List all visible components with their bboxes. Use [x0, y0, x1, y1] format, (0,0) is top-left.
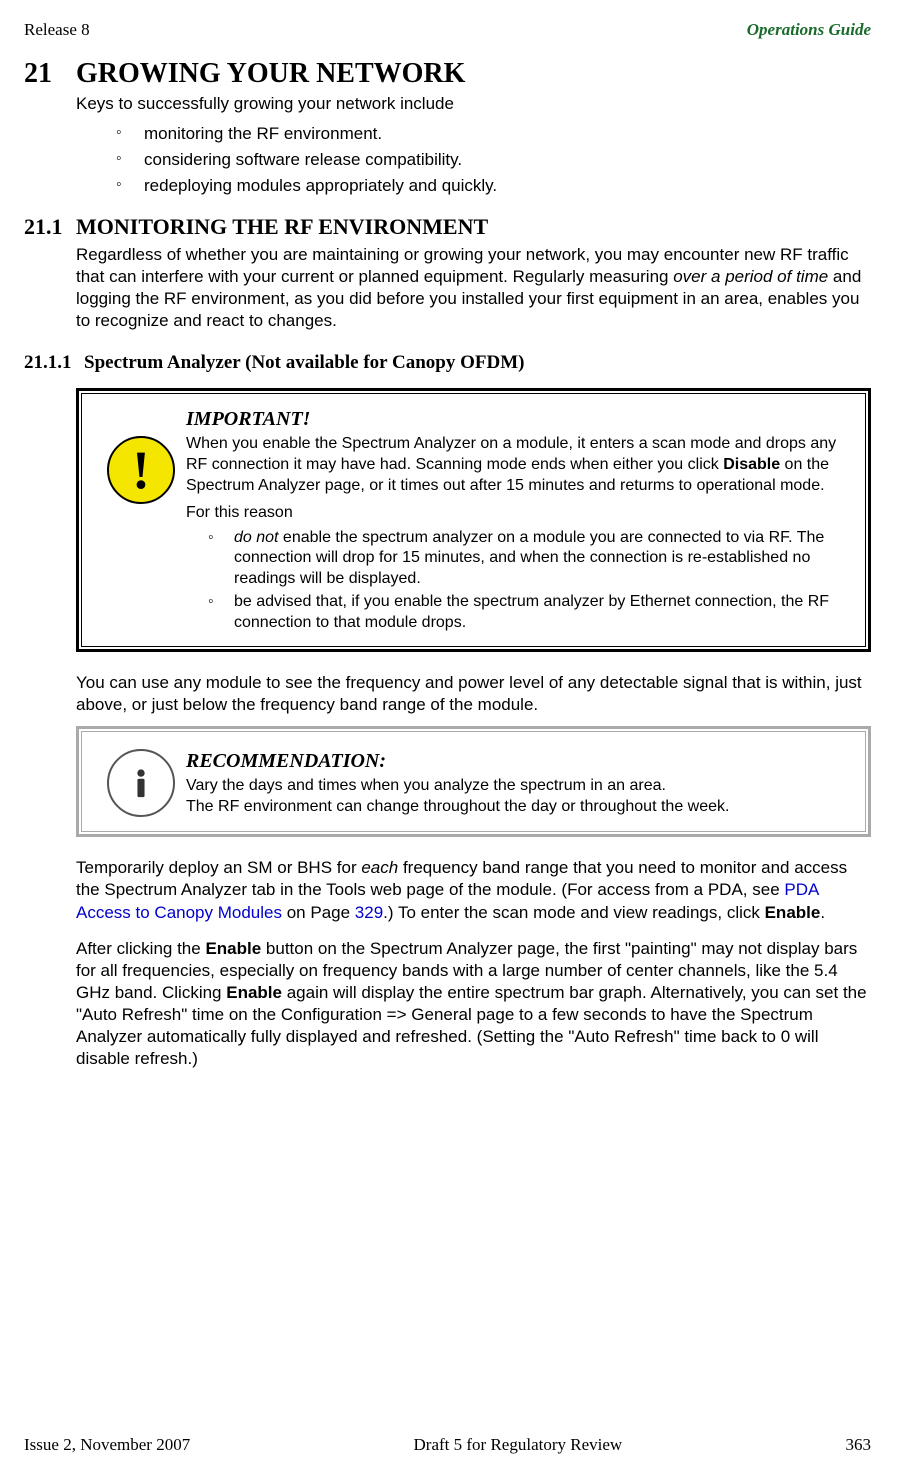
- callout-text: IMPORTANT! When you enable the Spectrum …: [186, 406, 851, 635]
- footer-page-number: 363: [846, 1435, 872, 1455]
- section-number: 21.1: [24, 214, 76, 240]
- callout-text: RECOMMENDATION: Vary the days and times …: [186, 748, 851, 818]
- chapter-heading: 21GROWING YOUR NETWORK: [24, 58, 871, 90]
- list-item: considering software release compatibili…: [116, 150, 871, 170]
- callout-paragraph: For this reason: [186, 503, 851, 524]
- callout-inner: RECOMMENDATION: Vary the days and times …: [81, 731, 866, 833]
- bold: Enable: [205, 939, 261, 958]
- callout-inner: ! IMPORTANT! When you enable the Spectru…: [81, 393, 866, 646]
- callout-title: IMPORTANT!: [186, 406, 851, 432]
- text: Temporarily deploy an SM or BHS for: [76, 858, 361, 877]
- text: After clicking the: [76, 939, 205, 958]
- bold: Enable: [226, 983, 282, 1002]
- emphasis: over a period of time: [673, 267, 828, 286]
- emphasis: each: [361, 858, 398, 877]
- subsection-heading: 21.1.1Spectrum Analyzer (Not available f…: [24, 352, 871, 374]
- body-paragraph: You can use any module to see the freque…: [76, 672, 871, 716]
- info-glyph: [124, 766, 158, 800]
- emphasis: do not: [234, 529, 278, 546]
- bold: Enable: [765, 903, 821, 922]
- body-paragraph: Temporarily deploy an SM or BHS for each…: [76, 857, 871, 923]
- page: Release 8 Operations Guide 21GROWING YOU…: [0, 0, 899, 1473]
- list-item: redeploying modules appropriately and qu…: [116, 176, 871, 196]
- recommendation-callout: RECOMMENDATION: Vary the days and times …: [76, 726, 871, 838]
- section-title: MONITORING THE RF ENVIRONMENT: [76, 214, 488, 239]
- list-item: monitoring the RF environment.: [116, 124, 871, 144]
- callout-title: RECOMMENDATION:: [186, 748, 851, 774]
- page-header: Release 8 Operations Guide: [24, 20, 871, 40]
- important-callout: ! IMPORTANT! When you enable the Spectru…: [76, 388, 871, 651]
- intro-bullet-list: monitoring the RF environment. consideri…: [116, 124, 871, 196]
- section-body: Regardless of whether you are maintainin…: [76, 244, 871, 332]
- header-release: Release 8: [24, 20, 90, 40]
- callout-bullet-list: do not enable the spectrum analyzer on a…: [208, 528, 851, 634]
- list-item: be advised that, if you enable the spect…: [208, 592, 851, 634]
- section-heading: 21.1MONITORING THE RF ENVIRONMENT: [24, 214, 871, 240]
- body-paragraph: After clicking the Enable button on the …: [76, 938, 871, 1071]
- bold: Disable: [723, 456, 780, 473]
- text: enable the spectrum analyzer on a module…: [234, 529, 824, 588]
- header-guide: Operations Guide: [747, 20, 871, 40]
- callout-line: Vary the days and times when you analyze…: [186, 776, 851, 797]
- subsection-title: Spectrum Analyzer (Not available for Can…: [84, 352, 524, 373]
- subsection-number: 21.1.1: [24, 352, 84, 374]
- page-footer: Issue 2, November 2007 Draft 5 for Regul…: [24, 1435, 871, 1455]
- page-ref-link[interactable]: 329: [355, 903, 383, 922]
- text: .) To enter the scan mode and view readi…: [383, 903, 764, 922]
- footer-draft: Draft 5 for Regulatory Review: [190, 1435, 845, 1455]
- chapter-number: 21: [24, 58, 76, 90]
- list-item: do not enable the spectrum analyzer on a…: [208, 528, 851, 590]
- text: .: [820, 903, 825, 922]
- intro-text: Keys to successfully growing your networ…: [76, 94, 871, 114]
- icon-column: [96, 749, 186, 817]
- warning-icon: !: [107, 436, 175, 504]
- chapter-title: GROWING YOUR NETWORK: [76, 58, 465, 89]
- text: on Page: [282, 903, 355, 922]
- info-icon: [107, 749, 175, 817]
- callout-line: The RF environment can change throughout…: [186, 797, 851, 818]
- callout-paragraph: When you enable the Spectrum Analyzer on…: [186, 434, 851, 496]
- footer-issue: Issue 2, November 2007: [24, 1435, 190, 1455]
- icon-column: !: [96, 406, 186, 504]
